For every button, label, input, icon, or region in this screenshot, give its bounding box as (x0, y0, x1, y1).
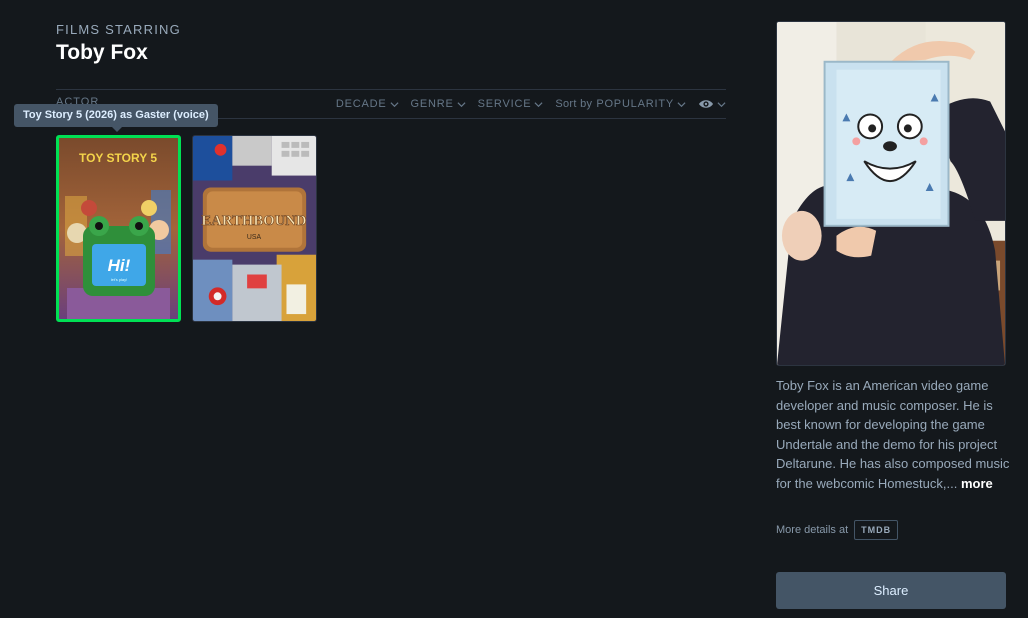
person-bio: Toby Fox is an American video game devel… (776, 376, 1012, 493)
poster-subtag: let's play! (111, 277, 128, 282)
more-details: More details at TMDB (776, 520, 899, 540)
poster-subtitle: USA (247, 234, 262, 241)
decade-filter[interactable]: DECADE (336, 98, 399, 110)
genre-filter[interactable]: GENRE (411, 98, 466, 110)
page-header: FILMS STARRING Toby Fox (56, 22, 181, 65)
chevron-down-icon (457, 101, 466, 107)
chevron-down-icon (717, 101, 726, 107)
person-photo (776, 21, 1006, 366)
chevron-down-icon (677, 101, 686, 107)
poster-title-text: TOY STORY 5 (79, 151, 157, 165)
filters: DECADE GENRE SERVICE Sort by POPULARITY (336, 90, 726, 118)
sort-dropdown[interactable]: Sort by POPULARITY (555, 98, 686, 110)
sort-label: Sort by (555, 98, 593, 110)
chevron-down-icon (534, 101, 543, 107)
service-filter[interactable]: SERVICE (478, 98, 544, 110)
poster-title-text: EARTHBOUND (201, 213, 306, 229)
film-tooltip: Toy Story 5 (2026) as Gaster (voice) (14, 104, 218, 127)
films-starring-label: FILMS STARRING (56, 22, 181, 37)
eye-icon (699, 100, 713, 108)
service-filter-label: SERVICE (477, 98, 532, 110)
genre-filter-label: GENRE (410, 98, 454, 110)
person-name: Toby Fox (56, 41, 148, 64)
more-link[interactable]: more (961, 476, 993, 491)
decade-filter-label: DECADE (335, 98, 387, 110)
more-details-label: More details at (776, 524, 849, 536)
chevron-down-icon (390, 101, 399, 107)
visibility-filter[interactable] (698, 98, 726, 110)
toy-story-5-poster-art: TOY STORY 5 Hi! let's play! (59, 138, 178, 319)
tooltip-arrow (112, 127, 122, 132)
earthbound-poster-art: EARTHBOUND USA (193, 136, 316, 321)
bio-text: Toby Fox is an American video game devel… (776, 378, 1010, 491)
film-poster-toy-story-5[interactable]: TOY STORY 5 Hi! let's play! (56, 135, 181, 322)
sort-value: POPULARITY (596, 98, 674, 110)
tmdb-link[interactable]: TMDB (854, 520, 899, 540)
person-photo-image (777, 22, 1005, 365)
share-button[interactable]: Share (776, 572, 1006, 609)
film-poster-earthbound[interactable]: EARTHBOUND USA (192, 135, 317, 322)
poster-tagline: Hi! (108, 256, 131, 275)
